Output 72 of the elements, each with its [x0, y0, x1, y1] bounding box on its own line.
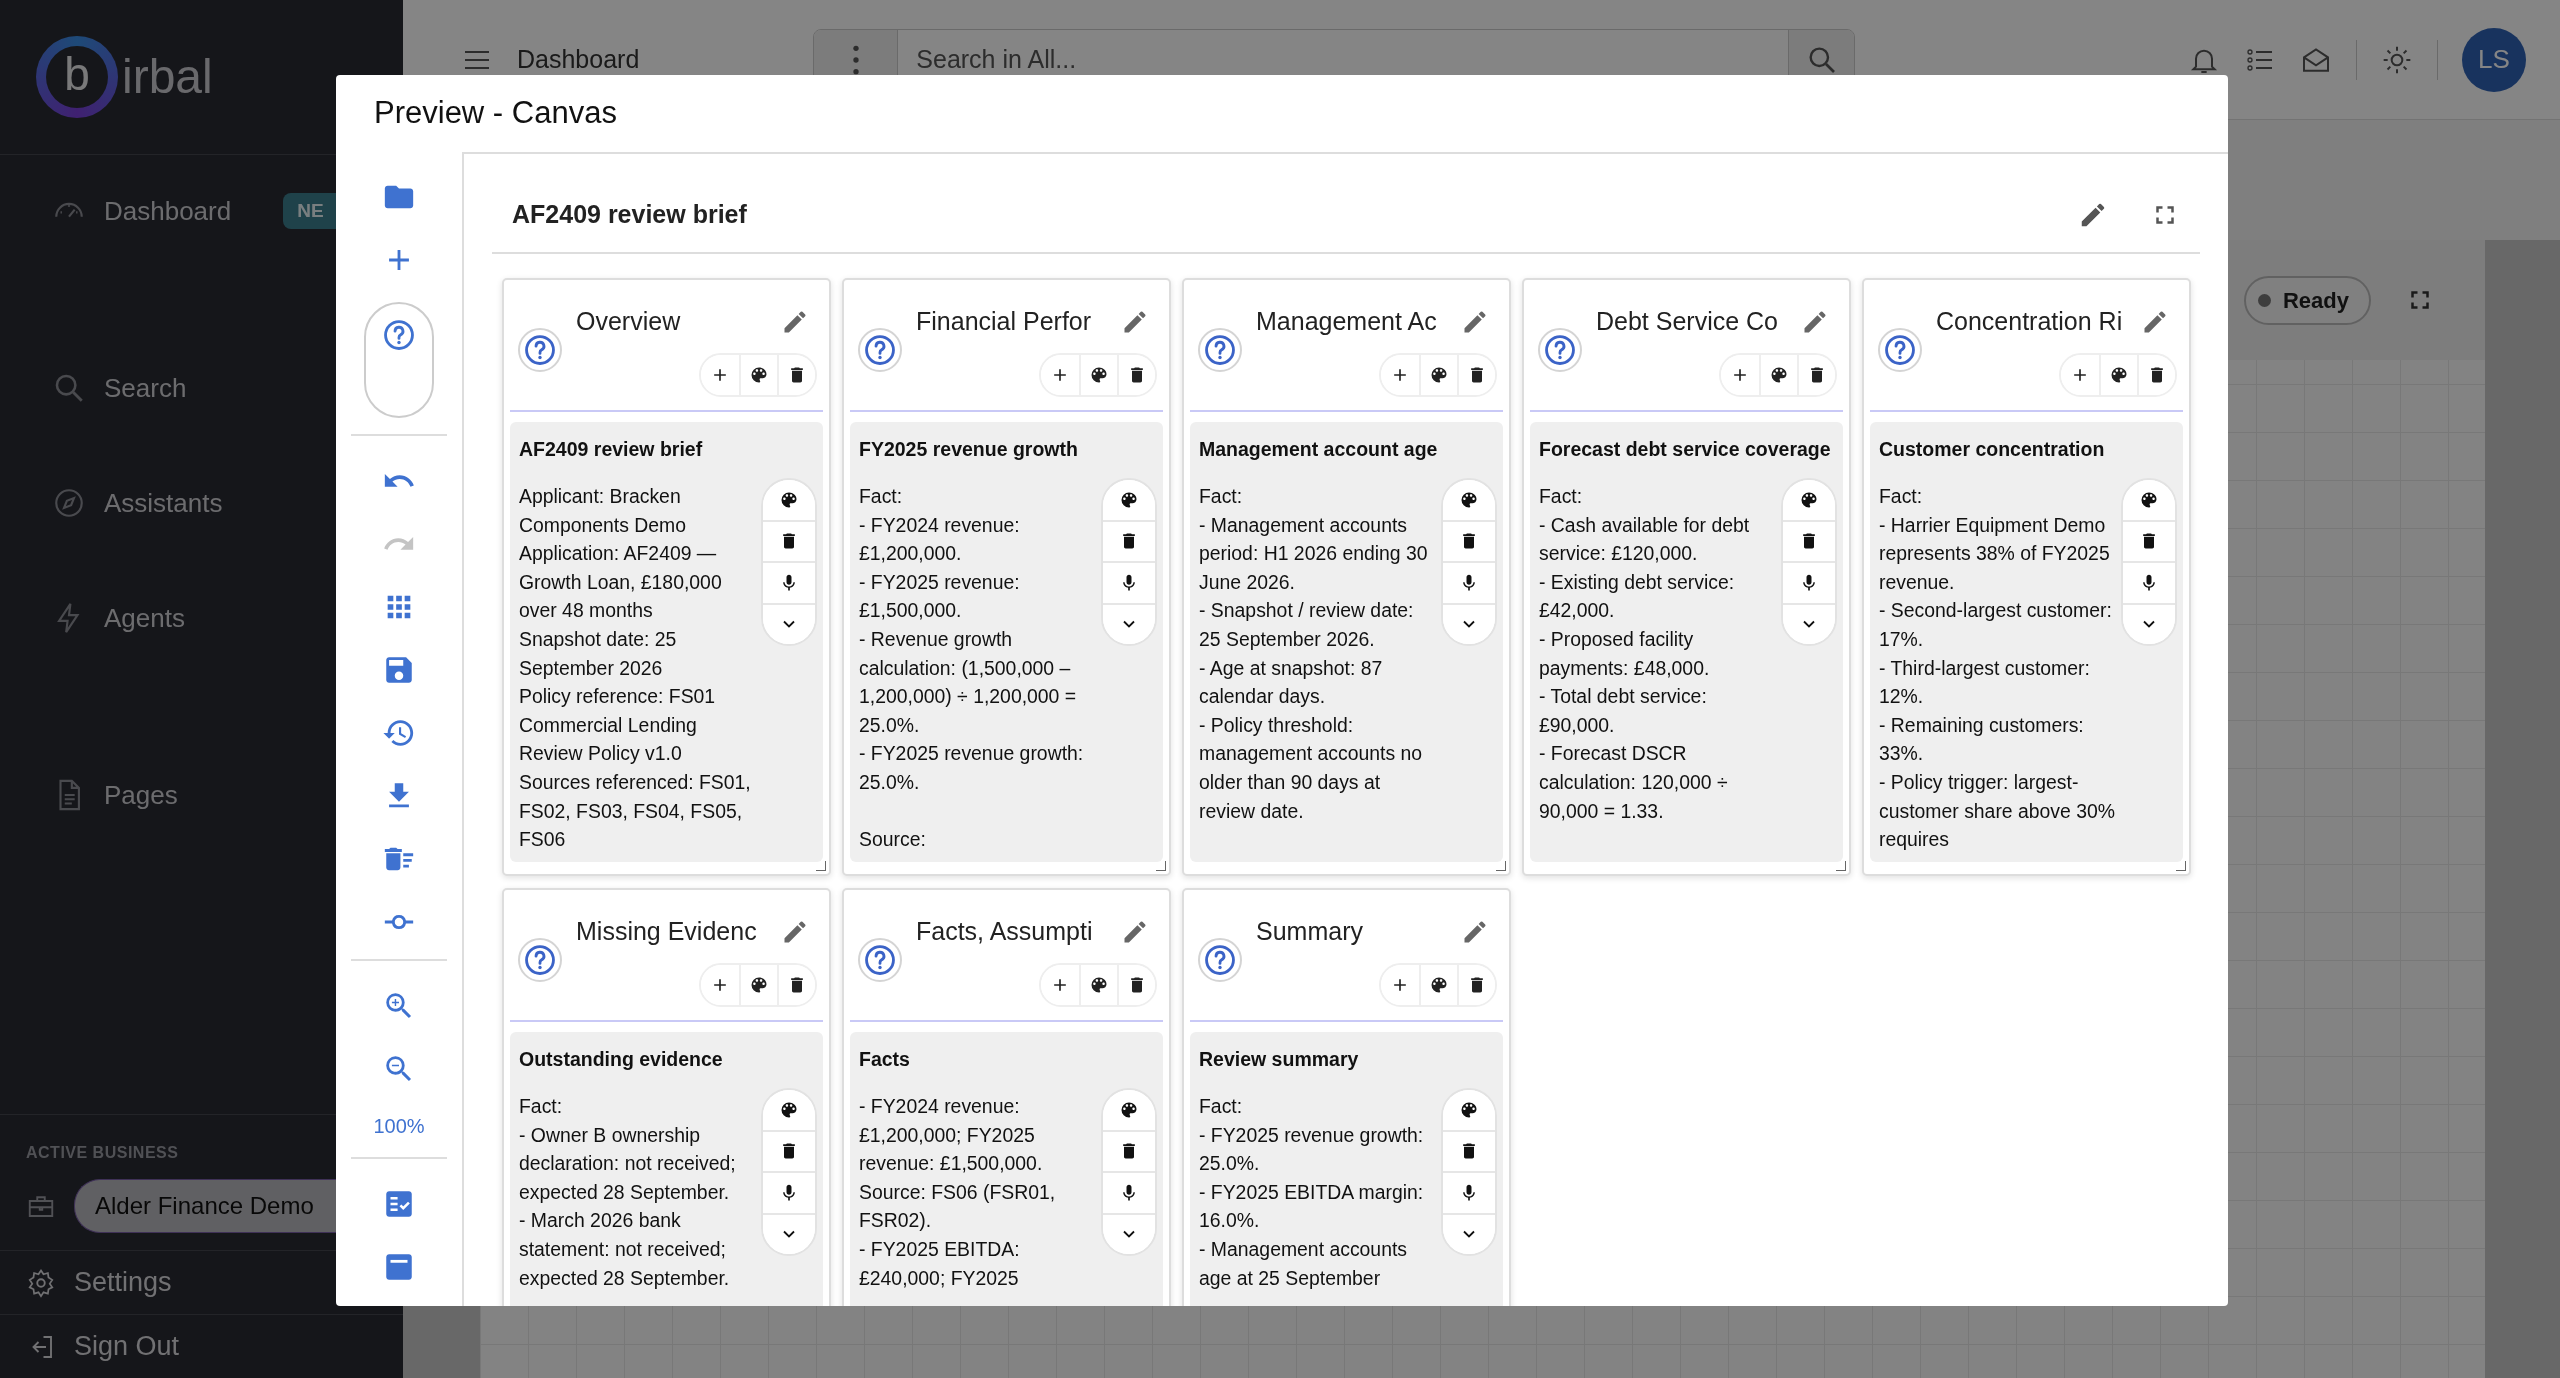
- settings-icon: [26, 1267, 56, 1298]
- note-title: Review summary: [1199, 1047, 1360, 1072]
- sidebar-link[interactable]: Sign Out: [74, 1326, 180, 1367]
- compass-icon: [52, 486, 86, 520]
- palette-icon: [1429, 365, 1449, 385]
- nav-item[interactable]: Pages: [104, 775, 178, 815]
- note-title: FY2025 revenue growth: [859, 437, 1079, 462]
- note-text: Fact: - FY2025 revenue growth: 25.0%. - FY2025 EBITDA margin: 16.0%. - Management accounts age at 25 September: [1199, 1094, 1425, 1291]
- help-icon: [382, 318, 416, 352]
- note-text: Fact: - Harrier Equipment Demo represents 38% of FY2025 revenue. - Second-largest customer: 17%. - Third-largest customer: 12%. - Remaining customers: 33%. - Policy trigger: largest-customer share above 30% requires: [1879, 484, 2117, 853]
- palette-icon: [1089, 365, 1109, 385]
- note-title: Management account age: [1199, 437, 1439, 462]
- palette-icon: [749, 975, 769, 995]
- section-title: Facts, Assumpti: [916, 916, 1094, 948]
- section-title: Management Ac: [1256, 306, 1438, 338]
- delete-button[interactable]: [777, 965, 815, 1005]
- delete-button[interactable]: [1117, 965, 1155, 1005]
- resize-handle[interactable]: [1496, 861, 1506, 871]
- status-pill: Ready: [2243, 275, 2371, 325]
- section-title: Concentration Ri: [1936, 306, 2124, 338]
- note-text: Fact: - Management accounts period: H1 2026 ending 30 June 2026. - Snapshot / review date: 25 September 2026. - Age at snapshot: 87 calendar days. - Policy threshold: management accounts no older than 90 days at review date.: [1199, 484, 1429, 824]
- nav-item[interactable]: Assistants: [104, 483, 223, 523]
- user-avatar[interactable]: LS: [2462, 27, 2526, 92]
- note-text: Fact: - FY2024 revenue: £1,200,000. - FY2025 revenue: £1,500,000. - Revenue growth calculation: (1,500,000 – 1,200,000) ÷ 1,200,000 = 25.0%. - FY2025 revenue growth: 25.0%. Source:: [859, 484, 1085, 853]
- resize-handle[interactable]: [1156, 861, 1166, 871]
- help-icon: [523, 333, 557, 367]
- section-label: ACTIVE BUSINESS: [26, 1143, 180, 1163]
- help-icon: [863, 333, 897, 367]
- note-title: Outstanding evidence: [519, 1047, 724, 1072]
- delete-button[interactable]: [1457, 965, 1495, 1005]
- help-icon: [1203, 333, 1237, 367]
- help-icon: [1203, 943, 1237, 977]
- note-text: - FY2024 revenue: £1,200,000; FY2025 revenue: £1,500,000. Source: FS06 (FSR01, FSR02). - FY2025 EBITDA: £240,000; FY2025: [859, 1094, 1057, 1291]
- section-title: Missing Evidenc: [576, 916, 758, 948]
- resize-handle[interactable]: [1836, 861, 1846, 871]
- note-text: Fact: - Owner B ownership declaration: not received; expected 28 September. - March 2026 bank statement: not received; expected 28 September.: [519, 1094, 737, 1291]
- sidebar-link[interactable]: Settings: [74, 1262, 172, 1303]
- help-icon: [1543, 333, 1577, 367]
- note-text: Fact: - Cash available for debt service: £120,000. - Existing debt service: £42,000. - Proposed facility payments: £48,000. - Total debt service: £90,000. - Forecast DSCR calculation: 120,000 ÷ 90,000 = 1.33.: [1539, 484, 1751, 824]
- help-icon: [523, 943, 557, 977]
- resize-handle[interactable]: [816, 861, 826, 871]
- delete-button[interactable]: [1457, 355, 1495, 395]
- section-title: Debt Service Co: [1596, 306, 1780, 338]
- palette-icon: [749, 365, 769, 385]
- note-title: Forecast debt service coverage: [1539, 437, 1832, 462]
- delete-button[interactable]: [1117, 355, 1155, 395]
- note-title: Facts: [859, 1047, 911, 1072]
- palette-icon: [1089, 975, 1109, 995]
- help-icon: [863, 943, 897, 977]
- board-title: AF2409 review brief: [512, 199, 747, 231]
- page-title: Dashboard: [517, 43, 640, 75]
- help-icon: [1883, 333, 1917, 367]
- note-title: AF2409 review brief: [519, 437, 704, 462]
- nav-item[interactable]: Agents: [104, 598, 185, 638]
- delete-button[interactable]: [1797, 355, 1835, 395]
- palette-icon: [1769, 365, 1789, 385]
- nav-item[interactable]: Search: [104, 368, 187, 408]
- palette-icon: [2109, 365, 2129, 385]
- logo-mark: b: [36, 36, 118, 118]
- dialog-title: Preview - Canvas: [374, 94, 617, 133]
- brand-name: irbal: [122, 49, 213, 105]
- palette-icon: [1429, 975, 1449, 995]
- resize-handle[interactable]: [2176, 861, 2186, 871]
- note-title: Customer concentration: [1879, 437, 2106, 462]
- zoom-level: 100%: [373, 1114, 425, 1139]
- section-title: Summary: [1256, 916, 1364, 948]
- nav-item[interactable]: Dashboard: [104, 191, 232, 231]
- note-text: Applicant: Bracken Components Demo Application: AF2409 — Growth Loan, £180,000 over 48 months Snapshot date: 25 September 2026 Policy reference: FS01 Commercial Lending Review Policy v1.0 Sources referenced: FS01, FS02, FS03, FS04, FS05, FS06: [519, 484, 752, 853]
- delete-button[interactable]: [777, 355, 815, 395]
- section-title: Overview: [576, 306, 682, 338]
- section-title: Financial Perfor: [916, 306, 1093, 338]
- delete-button[interactable]: [2137, 355, 2175, 395]
